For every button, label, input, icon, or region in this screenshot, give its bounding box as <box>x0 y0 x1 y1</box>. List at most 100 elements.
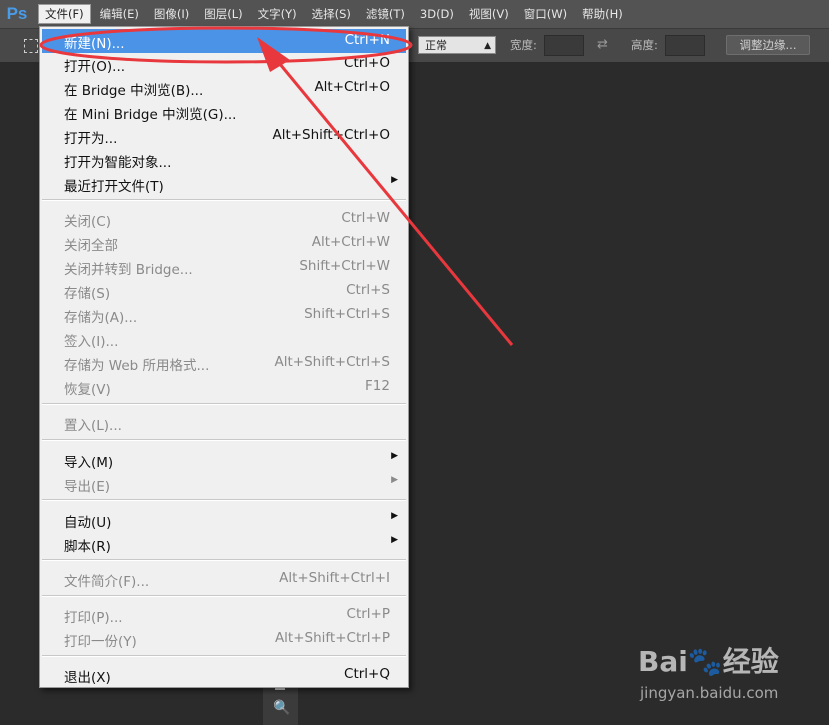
menu-item-browse-bridge[interactable]: 在 Bridge 中浏览(B)... Alt+Ctrl+O <box>42 76 406 100</box>
submenu-arrow-icon: ▶ <box>391 475 398 485</box>
menu-separator <box>42 403 406 405</box>
marquee-tool-icon[interactable] <box>24 39 38 53</box>
menu-item-shortcut: Ctrl+W <box>341 210 390 226</box>
menu-item-export[interactable]: 导出(E) ▶ <box>42 472 406 496</box>
submenu-arrow-icon: ▶ <box>391 451 398 461</box>
menu-item-recent-files[interactable]: 最近打开文件(T) ▶ <box>42 172 406 196</box>
menu-item-print-one-copy[interactable]: 打印一份(Y) Alt+Shift+Ctrl+P <box>42 627 406 651</box>
menu-item-revert[interactable]: 恢复(V) F12 <box>42 375 406 399</box>
menu-item-save-as[interactable]: 存储为(A)... Shift+Ctrl+S <box>42 303 406 327</box>
menu-item-save[interactable]: 存储(S) Ctrl+S <box>42 279 406 303</box>
menu-item-shortcut: Alt+Shift+Ctrl+S <box>274 354 391 370</box>
menu-item-close[interactable]: 关闭(C) Ctrl+W <box>42 207 406 231</box>
menu-item-label: 最近打开文件(T) <box>64 179 164 195</box>
watermark-url: jingyan.baidu.com <box>640 684 779 702</box>
menu-item-automate[interactable]: 自动(U) ▶ <box>42 508 406 532</box>
menu-item-shortcut: Alt+Shift+Ctrl+I <box>279 570 390 586</box>
menu-item-shortcut: Alt+Shift+Ctrl+O <box>272 127 390 143</box>
menu-item-shortcut: Alt+Ctrl+W <box>311 234 390 250</box>
refine-edge-button[interactable]: 调整边缘... <box>726 35 810 55</box>
menu-separator <box>42 199 406 201</box>
menu-item-close-all[interactable]: 关闭全部 Alt+Ctrl+W <box>42 231 406 255</box>
menu-item-label: 关闭并转到 Bridge... <box>64 262 193 278</box>
menu-3d[interactable]: 3D(D) <box>414 4 460 24</box>
menu-item-shortcut: Ctrl+S <box>346 282 390 298</box>
submenu-arrow-icon: ▶ <box>391 175 398 185</box>
height-field[interactable] <box>665 35 705 56</box>
menu-item-label: 自动(U) <box>64 515 112 531</box>
menu-item-label: 文件简介(F)... <box>64 574 150 590</box>
menu-item-label: 签入(I)... <box>64 334 119 350</box>
photoshop-logo: Ps <box>6 4 28 23</box>
menu-help[interactable]: 帮助(H) <box>576 4 629 24</box>
menu-item-shortcut: Alt+Shift+Ctrl+P <box>274 630 390 646</box>
menu-type[interactable]: 文字(Y) <box>252 4 303 24</box>
width-label: 宽度: <box>510 38 537 52</box>
menu-item-label: 打开为... <box>64 131 118 147</box>
menu-view[interactable]: 视图(V) <box>463 4 515 24</box>
swap-icon[interactable]: ⇄ <box>597 37 608 52</box>
menu-item-label: 置入(L)... <box>64 418 122 434</box>
menu-item-file-info[interactable]: 文件简介(F)... Alt+Shift+Ctrl+I <box>42 567 406 591</box>
zoom-icon[interactable]: 🔍 <box>273 700 290 716</box>
menu-item-open[interactable]: 打开(O)... Ctrl+O <box>42 52 406 76</box>
menu-image[interactable]: 图像(I) <box>148 4 195 24</box>
menu-item-shortcut: Ctrl+P <box>346 606 390 622</box>
menu-item-shortcut: F12 <box>365 378 390 394</box>
menu-separator <box>42 559 406 561</box>
menu-edit[interactable]: 编辑(E) <box>94 4 145 24</box>
menu-filter[interactable]: 滤镜(T) <box>360 4 411 24</box>
menu-layer[interactable]: 图层(L) <box>198 4 248 24</box>
hand-tool-icon[interactable] <box>275 688 285 694</box>
toolbox-fragment: 🔍 <box>263 686 298 725</box>
menu-item-label: 打印(P)... <box>64 610 123 626</box>
menu-item-print[interactable]: 打印(P)... Ctrl+P <box>42 603 406 627</box>
menu-item-label: 关闭(C) <box>64 214 111 230</box>
menu-item-label: 导入(M) <box>64 455 114 471</box>
menu-window[interactable]: 窗口(W) <box>518 4 573 24</box>
menu-select[interactable]: 选择(S) <box>306 4 357 24</box>
menu-item-shortcut: Ctrl+Q <box>344 666 390 682</box>
menu-separator <box>42 439 406 441</box>
menu-item-label: 打开(O)... <box>64 59 126 75</box>
menu-item-exit[interactable]: 退出(X) Ctrl+Q <box>42 663 406 687</box>
menu-item-label: 恢复(V) <box>64 382 111 398</box>
submenu-arrow-icon: ▶ <box>391 511 398 521</box>
style-select-value: 正常 <box>425 39 447 52</box>
menu-item-scripts[interactable]: 脚本(R) ▶ <box>42 532 406 556</box>
menu-item-browse-mini-bridge[interactable]: 在 Mini Bridge 中浏览(G)... <box>42 100 406 124</box>
menu-item-label: 存储(S) <box>64 286 111 302</box>
height-label: 高度: <box>631 38 658 52</box>
menu-item-import[interactable]: 导入(M) ▶ <box>42 448 406 472</box>
menu-item-label: 打开为智能对象... <box>64 155 172 171</box>
file-menu-dropdown: 新建(N)... Ctrl+N 打开(O)... Ctrl+O 在 Bridge… <box>39 26 409 688</box>
menu-item-place[interactable]: 置入(L)... <box>42 411 406 435</box>
menu-item-check-in[interactable]: 签入(I)... <box>42 327 406 351</box>
style-select[interactable]: 正常 ▲ <box>418 36 496 54</box>
menu-item-label: 存储为(A)... <box>64 310 138 326</box>
menu-file[interactable]: 文件(F) <box>38 4 91 24</box>
menu-item-label: 存储为 Web 所用格式... <box>64 358 210 374</box>
menu-item-label: 导出(E) <box>64 479 111 495</box>
submenu-arrow-icon: ▶ <box>391 535 398 545</box>
menu-item-shortcut: Ctrl+N <box>344 32 390 48</box>
menu-item-shortcut: Alt+Ctrl+O <box>314 79 390 95</box>
menu-item-label: 退出(X) <box>64 670 111 686</box>
menu-item-open-smart-object[interactable]: 打开为智能对象... <box>42 148 406 172</box>
menu-item-label: 新建(N)... <box>64 36 125 52</box>
menu-separator <box>42 595 406 597</box>
menu-item-label: 打印一份(Y) <box>64 634 137 650</box>
menu-item-new[interactable]: 新建(N)... Ctrl+N <box>42 29 406 53</box>
menu-item-label: 关闭全部 <box>64 238 118 254</box>
menu-item-save-for-web[interactable]: 存储为 Web 所用格式... Alt+Shift+Ctrl+S <box>42 351 406 375</box>
menu-item-close-go-bridge[interactable]: 关闭并转到 Bridge... Shift+Ctrl+W <box>42 255 406 279</box>
menu-item-label: 在 Mini Bridge 中浏览(G)... <box>64 107 237 123</box>
menu-separator <box>42 499 406 501</box>
menu-item-shortcut: Shift+Ctrl+W <box>299 258 390 274</box>
menu-separator <box>42 655 406 657</box>
baidu-jingyan-watermark: Bai🐾经验 <box>638 645 779 678</box>
menu-item-label: 脚本(R) <box>64 539 111 555</box>
chevron-down-icon: ▲ <box>484 41 491 51</box>
width-field[interactable] <box>544 35 584 56</box>
menu-item-open-as[interactable]: 打开为... Alt+Shift+Ctrl+O <box>42 124 406 148</box>
